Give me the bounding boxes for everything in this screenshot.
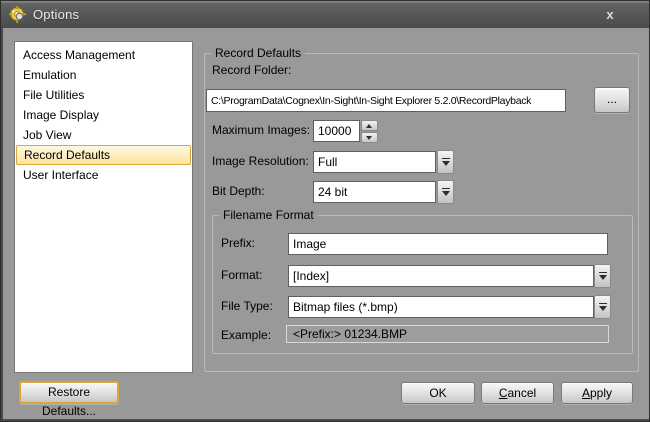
- apply-button[interactable]: Apply: [561, 382, 633, 404]
- dropdown-arrow-icon: [599, 306, 607, 311]
- format-dropdown-button[interactable]: [594, 264, 611, 288]
- filename-format-group-label: Filename Format: [219, 208, 318, 222]
- spin-down-button[interactable]: [361, 132, 378, 143]
- file-type-label: File Type:: [221, 299, 273, 313]
- file-type-dropdown-button[interactable]: [594, 295, 611, 319]
- dialog-body: Access Management Emulation File Utiliti…: [3, 28, 649, 419]
- record-defaults-group: Record Defaults Record Folder: C:\Progra…: [204, 53, 639, 372]
- bit-depth-dropdown-button[interactable]: [437, 180, 454, 204]
- filename-format-group: Filename Format Prefix: Image Format: [I…: [212, 215, 633, 354]
- restore-defaults-button[interactable]: Restore Defaults...: [19, 381, 119, 404]
- arrow-down-icon: [366, 136, 372, 140]
- format-label: Format:: [221, 268, 262, 282]
- ok-button[interactable]: OK: [401, 382, 475, 404]
- prefix-input[interactable]: Image: [288, 233, 608, 255]
- sidebar-item-job-view[interactable]: Job View: [16, 125, 191, 145]
- sidebar-item-access-management[interactable]: Access Management: [16, 45, 191, 65]
- record-defaults-group-label: Record Defaults: [211, 46, 305, 60]
- dropdown-arrow-icon: [442, 161, 450, 166]
- close-button[interactable]: x: [599, 6, 621, 24]
- prefix-label: Prefix:: [221, 236, 255, 250]
- window-title: Options: [33, 7, 79, 22]
- record-folder-input[interactable]: C:\ProgramData\Cognex\In-Sight\In-Sight …: [206, 89, 566, 112]
- format-select[interactable]: [Index]: [288, 265, 594, 287]
- category-list: Access Management Emulation File Utiliti…: [14, 41, 193, 373]
- options-dialog: Options x Access Management Emulation Fi…: [0, 0, 650, 422]
- sidebar-item-image-display[interactable]: Image Display: [16, 105, 191, 125]
- bit-depth-select[interactable]: 24 bit: [313, 181, 436, 203]
- bit-depth-label: Bit Depth:: [212, 184, 265, 198]
- arrow-up-icon: [366, 124, 372, 128]
- spin-up-button[interactable]: [361, 120, 378, 131]
- sidebar-item-emulation[interactable]: Emulation: [16, 65, 191, 85]
- maximum-images-stepper: [361, 120, 378, 143]
- image-resolution-label: Image Resolution:: [212, 154, 309, 168]
- dropdown-arrow-icon: [599, 275, 607, 280]
- record-folder-label: Record Folder:: [212, 63, 291, 77]
- options-gear-icon: [9, 6, 26, 23]
- file-type-select[interactable]: Bitmap files (*.bmp): [288, 296, 594, 318]
- titlebar: Options x: [1, 1, 650, 28]
- dropdown-arrow-icon: [442, 191, 450, 196]
- browse-button[interactable]: ...: [594, 87, 630, 113]
- sidebar-item-record-defaults[interactable]: Record Defaults: [16, 145, 191, 165]
- image-resolution-select[interactable]: Full: [313, 151, 436, 173]
- example-label: Example:: [221, 328, 271, 342]
- sidebar-item-user-interface[interactable]: User Interface: [16, 165, 191, 185]
- example-value: <Prefix:> 01234.BMP: [286, 325, 609, 343]
- sidebar-item-file-utilities[interactable]: File Utilities: [16, 85, 191, 105]
- maximum-images-label: Maximum Images:: [212, 123, 310, 137]
- cancel-button[interactable]: Cancel: [481, 382, 554, 404]
- maximum-images-input[interactable]: 10000: [313, 120, 360, 142]
- image-resolution-dropdown-button[interactable]: [437, 150, 454, 174]
